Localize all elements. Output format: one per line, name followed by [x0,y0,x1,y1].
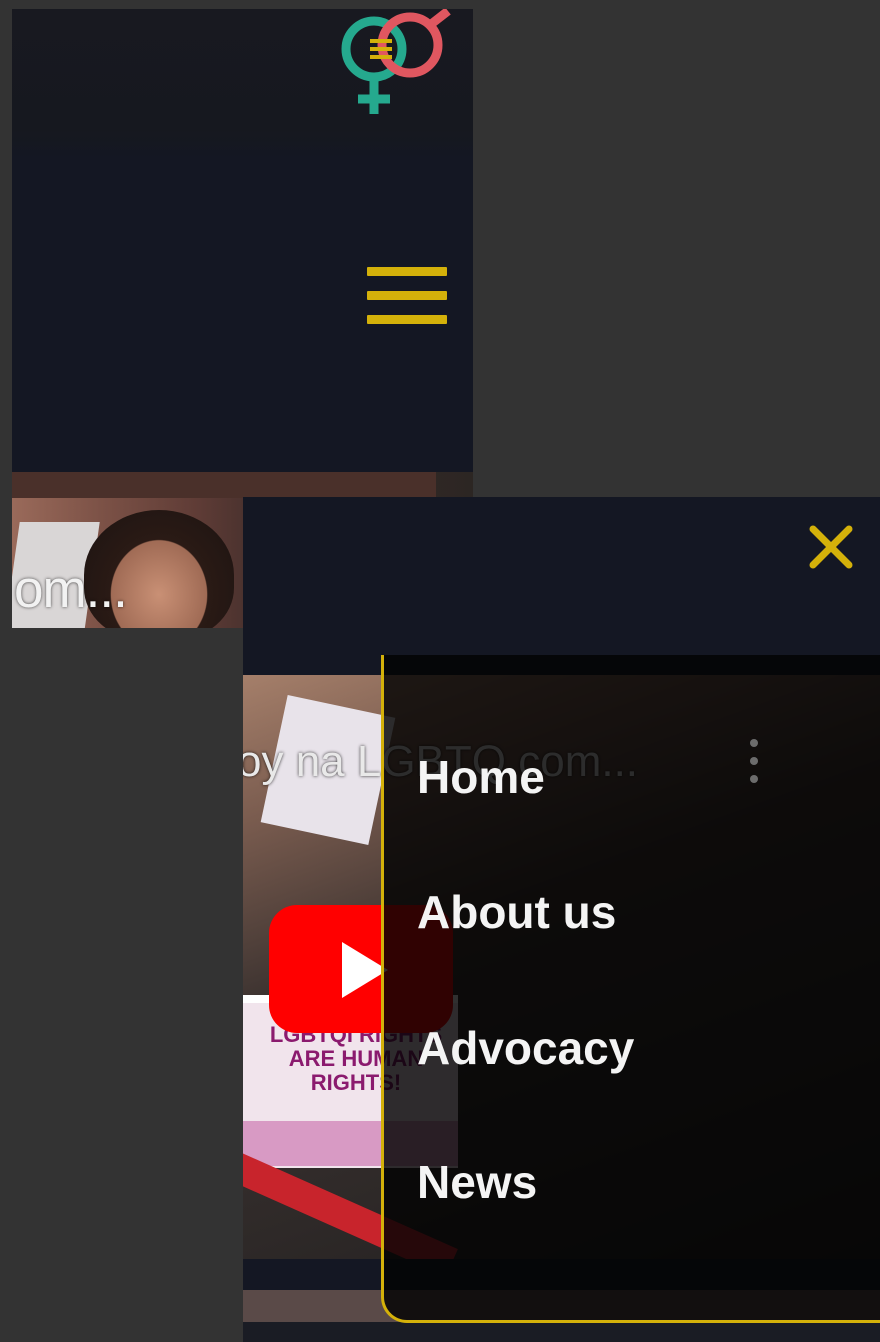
nav-item-home[interactable]: Home [417,750,545,804]
menu-open-page: LGBTQI RIGHTS ARE HUMAN RIGHTS! oy na LG… [243,497,880,1342]
article-title: om... [14,560,128,619]
close-icon[interactable] [808,524,854,570]
kebab-menu-icon[interactable] [748,737,760,787]
nav-item-advocacy[interactable]: Advocacy [417,1021,634,1075]
hamburger-icon[interactable] [367,265,449,327]
gender-symbol-logo-icon[interactable] [330,9,460,119]
navigation-drawer: Home About us Advocacy News [381,655,880,1323]
nav-item-news[interactable]: News [417,1155,537,1209]
thumbnail-top-strip [12,472,436,498]
page-bottom [243,1322,880,1342]
nav-item-about-us[interactable]: About us [417,885,616,939]
